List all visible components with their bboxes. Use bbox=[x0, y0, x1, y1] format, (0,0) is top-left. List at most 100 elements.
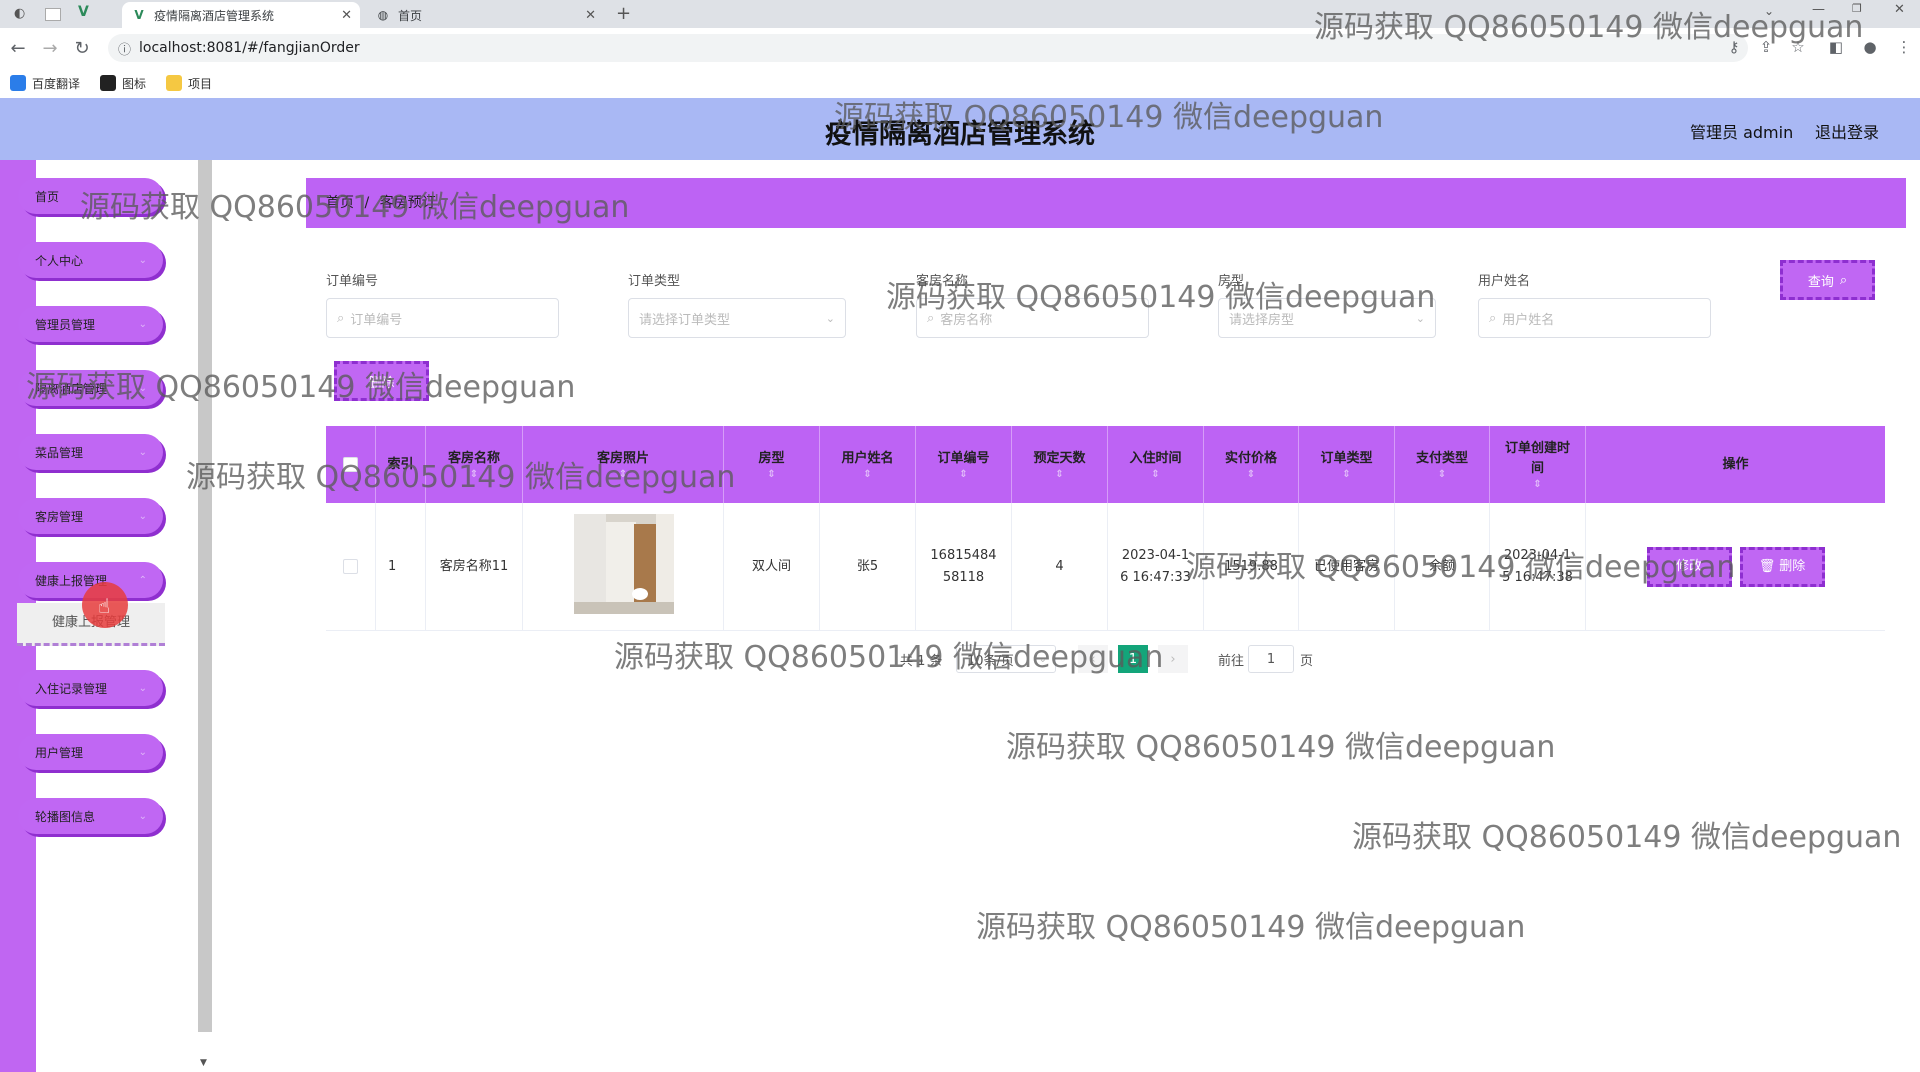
sort-icon: ⇕ bbox=[1055, 468, 1064, 480]
breadcrumb: 首页 / 客房预订 bbox=[306, 178, 1906, 228]
chevron-down-icon: ⌄ bbox=[825, 311, 835, 325]
image-icon bbox=[100, 75, 117, 91]
scroll-down-icon[interactable]: ▼ bbox=[200, 1058, 207, 1068]
col-order-no[interactable]: 订单编号 ⇕ bbox=[916, 426, 1012, 503]
forward-icon[interactable]: → bbox=[40, 38, 60, 59]
order-no-input[interactable]: ⌕ 订单编号 bbox=[326, 298, 559, 338]
reload-icon[interactable]: ↻ bbox=[72, 38, 92, 59]
chevron-down-icon[interactable]: ⌄ bbox=[1764, 4, 1774, 18]
cell-days: 4 bbox=[1012, 503, 1108, 630]
page-title: 疫情隔离酒店管理系统 bbox=[825, 119, 1095, 150]
chrome-menu-icon[interactable]: ◐ bbox=[14, 6, 25, 21]
bookmark-translate[interactable]: 百度翻译 bbox=[10, 75, 80, 92]
order-no-label: 订单编号 bbox=[326, 274, 379, 289]
vue-icon[interactable]: V bbox=[78, 4, 89, 20]
profile-icon[interactable]: ● bbox=[1860, 38, 1880, 56]
close-icon[interactable]: ✕ bbox=[585, 8, 596, 23]
col-index: 索引 bbox=[376, 426, 426, 503]
sidebar-item-hotel[interactable]: 隔离酒店管理 ⌄ bbox=[18, 370, 163, 406]
url-text: localhost:8081/#/fangjianOrder bbox=[139, 40, 360, 56]
back-icon[interactable]: ← bbox=[8, 38, 28, 59]
sidepanel-icon[interactable]: ◧ bbox=[1826, 38, 1846, 56]
user-name-input[interactable]: ⌕ 用户姓名 bbox=[1478, 298, 1711, 338]
col-days[interactable]: 预定天数 ⇕ bbox=[1012, 426, 1108, 503]
window-icon[interactable] bbox=[45, 8, 61, 21]
col-pay-type[interactable]: 支付类型 ⇕ bbox=[1395, 426, 1490, 503]
room-type-select[interactable]: 请选择房型 ⌄ bbox=[1218, 298, 1436, 338]
scrollbar[interactable] bbox=[198, 160, 212, 1032]
tab-title: 首页 bbox=[398, 8, 423, 23]
search-icon: ⌕ bbox=[1839, 272, 1848, 288]
watermark: 源码获取 QQ86050149 微信deepguan bbox=[976, 910, 1526, 945]
room-name-input[interactable]: ⌕ 客房名称 bbox=[916, 298, 1149, 338]
col-user-name[interactable]: 用户姓名 ⇕ bbox=[820, 426, 916, 503]
tab-title: 疫情隔离酒店管理系统 bbox=[154, 8, 275, 23]
restore-icon[interactable]: ❐ bbox=[1852, 2, 1862, 15]
row-checkbox[interactable] bbox=[326, 503, 376, 630]
breadcrumb-separator: / bbox=[364, 195, 370, 211]
col-price[interactable]: 实付价格 ⇕ bbox=[1204, 426, 1299, 503]
search-icon: ⌕ bbox=[337, 310, 345, 326]
translate-icon bbox=[10, 75, 26, 91]
search-button[interactable]: 查询 ⌕ bbox=[1780, 260, 1875, 300]
edit-button[interactable]: 修改 bbox=[1646, 546, 1732, 587]
minimize-icon[interactable]: — bbox=[1812, 2, 1825, 17]
new-tab-button[interactable]: + bbox=[616, 3, 631, 24]
col-order-type[interactable]: 订单类型 ⇕ bbox=[1299, 426, 1395, 503]
order-type-select[interactable]: 请选择订单类型 ⌄ bbox=[628, 298, 846, 338]
sidebar-item-checkin[interactable]: 入住记录管理 ⌄ bbox=[18, 670, 163, 706]
bookmark-projects[interactable]: 项目 bbox=[166, 75, 212, 92]
col-room-type[interactable]: 房型 ⇕ bbox=[724, 426, 820, 503]
close-icon[interactable]: ✕ bbox=[341, 8, 352, 23]
cell-room-type: 双人间 bbox=[724, 503, 820, 630]
prev-page-button[interactable]: ‹ bbox=[1078, 645, 1108, 673]
watermark: 源码获取 QQ86050149 微信deepguan bbox=[1006, 730, 1556, 765]
sidebar-item-users[interactable]: 用户管理 ⌄ bbox=[18, 734, 163, 770]
sidebar-item-dishes[interactable]: 菜品管理 ⌄ bbox=[18, 434, 163, 470]
col-room-name[interactable]: 客房名称 ⇕ bbox=[426, 426, 523, 503]
user-label: 管理员 admin bbox=[1690, 123, 1794, 142]
page-size-select[interactable]: 10条/页 ⌄ bbox=[956, 645, 1056, 673]
user-name-label: 用户姓名 bbox=[1478, 274, 1531, 289]
page-1-button[interactable]: 1 bbox=[1118, 645, 1148, 673]
key-icon[interactable]: ⚷ bbox=[1724, 38, 1744, 56]
col-checkin-time[interactable]: 入住时间 ⇕ bbox=[1108, 426, 1204, 503]
room-photo[interactable] bbox=[574, 514, 674, 614]
tab-home[interactable]: ◍ 首页 ✕ bbox=[366, 2, 604, 28]
chevron-down-icon: ⌄ bbox=[138, 682, 147, 694]
logout-link[interactable]: 退出登录 bbox=[1815, 119, 1879, 143]
col-room-photo[interactable]: 客房照片 ⇕ bbox=[523, 426, 724, 503]
window-close-icon[interactable]: ✕ bbox=[1894, 2, 1905, 17]
next-page-button[interactable]: › bbox=[1158, 645, 1188, 673]
breadcrumb-current: 客房预订 bbox=[379, 195, 436, 211]
watermark: 源码获取 QQ86050149 微信deepguan bbox=[1352, 820, 1902, 855]
url-field[interactable]: ⓘ localhost:8081/#/fangjianOrder bbox=[108, 34, 1748, 62]
col-created-at[interactable]: 订单创建时间 ⇕ bbox=[1490, 426, 1586, 503]
sidebar-item-rooms[interactable]: 客房管理 ⌄ bbox=[18, 498, 163, 534]
bookmark-icons[interactable]: 图标 bbox=[100, 75, 146, 92]
info-icon: ⓘ bbox=[118, 42, 132, 58]
sidebar-item-home[interactable]: 首页 bbox=[18, 178, 163, 214]
chevron-down-icon: ⌄ bbox=[138, 382, 147, 394]
share-icon[interactable]: ⇪ bbox=[1756, 38, 1776, 56]
cell-actions: 修改 🗑 删除 bbox=[1586, 503, 1885, 630]
breadcrumb-home[interactable]: 首页 bbox=[326, 195, 354, 211]
star-icon[interactable]: ☆ bbox=[1788, 38, 1808, 56]
sort-icon: ⇕ bbox=[469, 468, 479, 480]
sort-icon: ⇕ bbox=[1151, 468, 1160, 480]
sort-icon: ⇕ bbox=[863, 468, 872, 480]
delete-button[interactable]: 删除 bbox=[334, 361, 429, 401]
row-delete-button[interactable]: 🗑 删除 bbox=[1739, 546, 1825, 587]
sidebar-item-admin[interactable]: 管理员管理 ⌄ bbox=[18, 306, 163, 342]
select-all-checkbox[interactable] bbox=[326, 426, 376, 503]
chevron-down-icon: ⌄ bbox=[138, 746, 147, 758]
sidebar-item-profile[interactable]: 个人中心 ⌄ bbox=[18, 242, 163, 278]
more-icon[interactable]: ⋮ bbox=[1894, 38, 1914, 56]
sidebar-item-carousel[interactable]: 轮播图信息 ⌄ bbox=[18, 798, 163, 834]
tab-active[interactable]: V 疫情隔离酒店管理系统 ✕ bbox=[122, 2, 360, 28]
search-icon: ⌕ bbox=[927, 310, 935, 326]
chevron-down-icon: ⌄ bbox=[138, 810, 147, 822]
globe-icon: ◍ bbox=[377, 8, 389, 22]
chevron-down-icon: ⌄ bbox=[1038, 653, 1047, 665]
goto-page-input[interactable]: 1 bbox=[1248, 645, 1294, 673]
